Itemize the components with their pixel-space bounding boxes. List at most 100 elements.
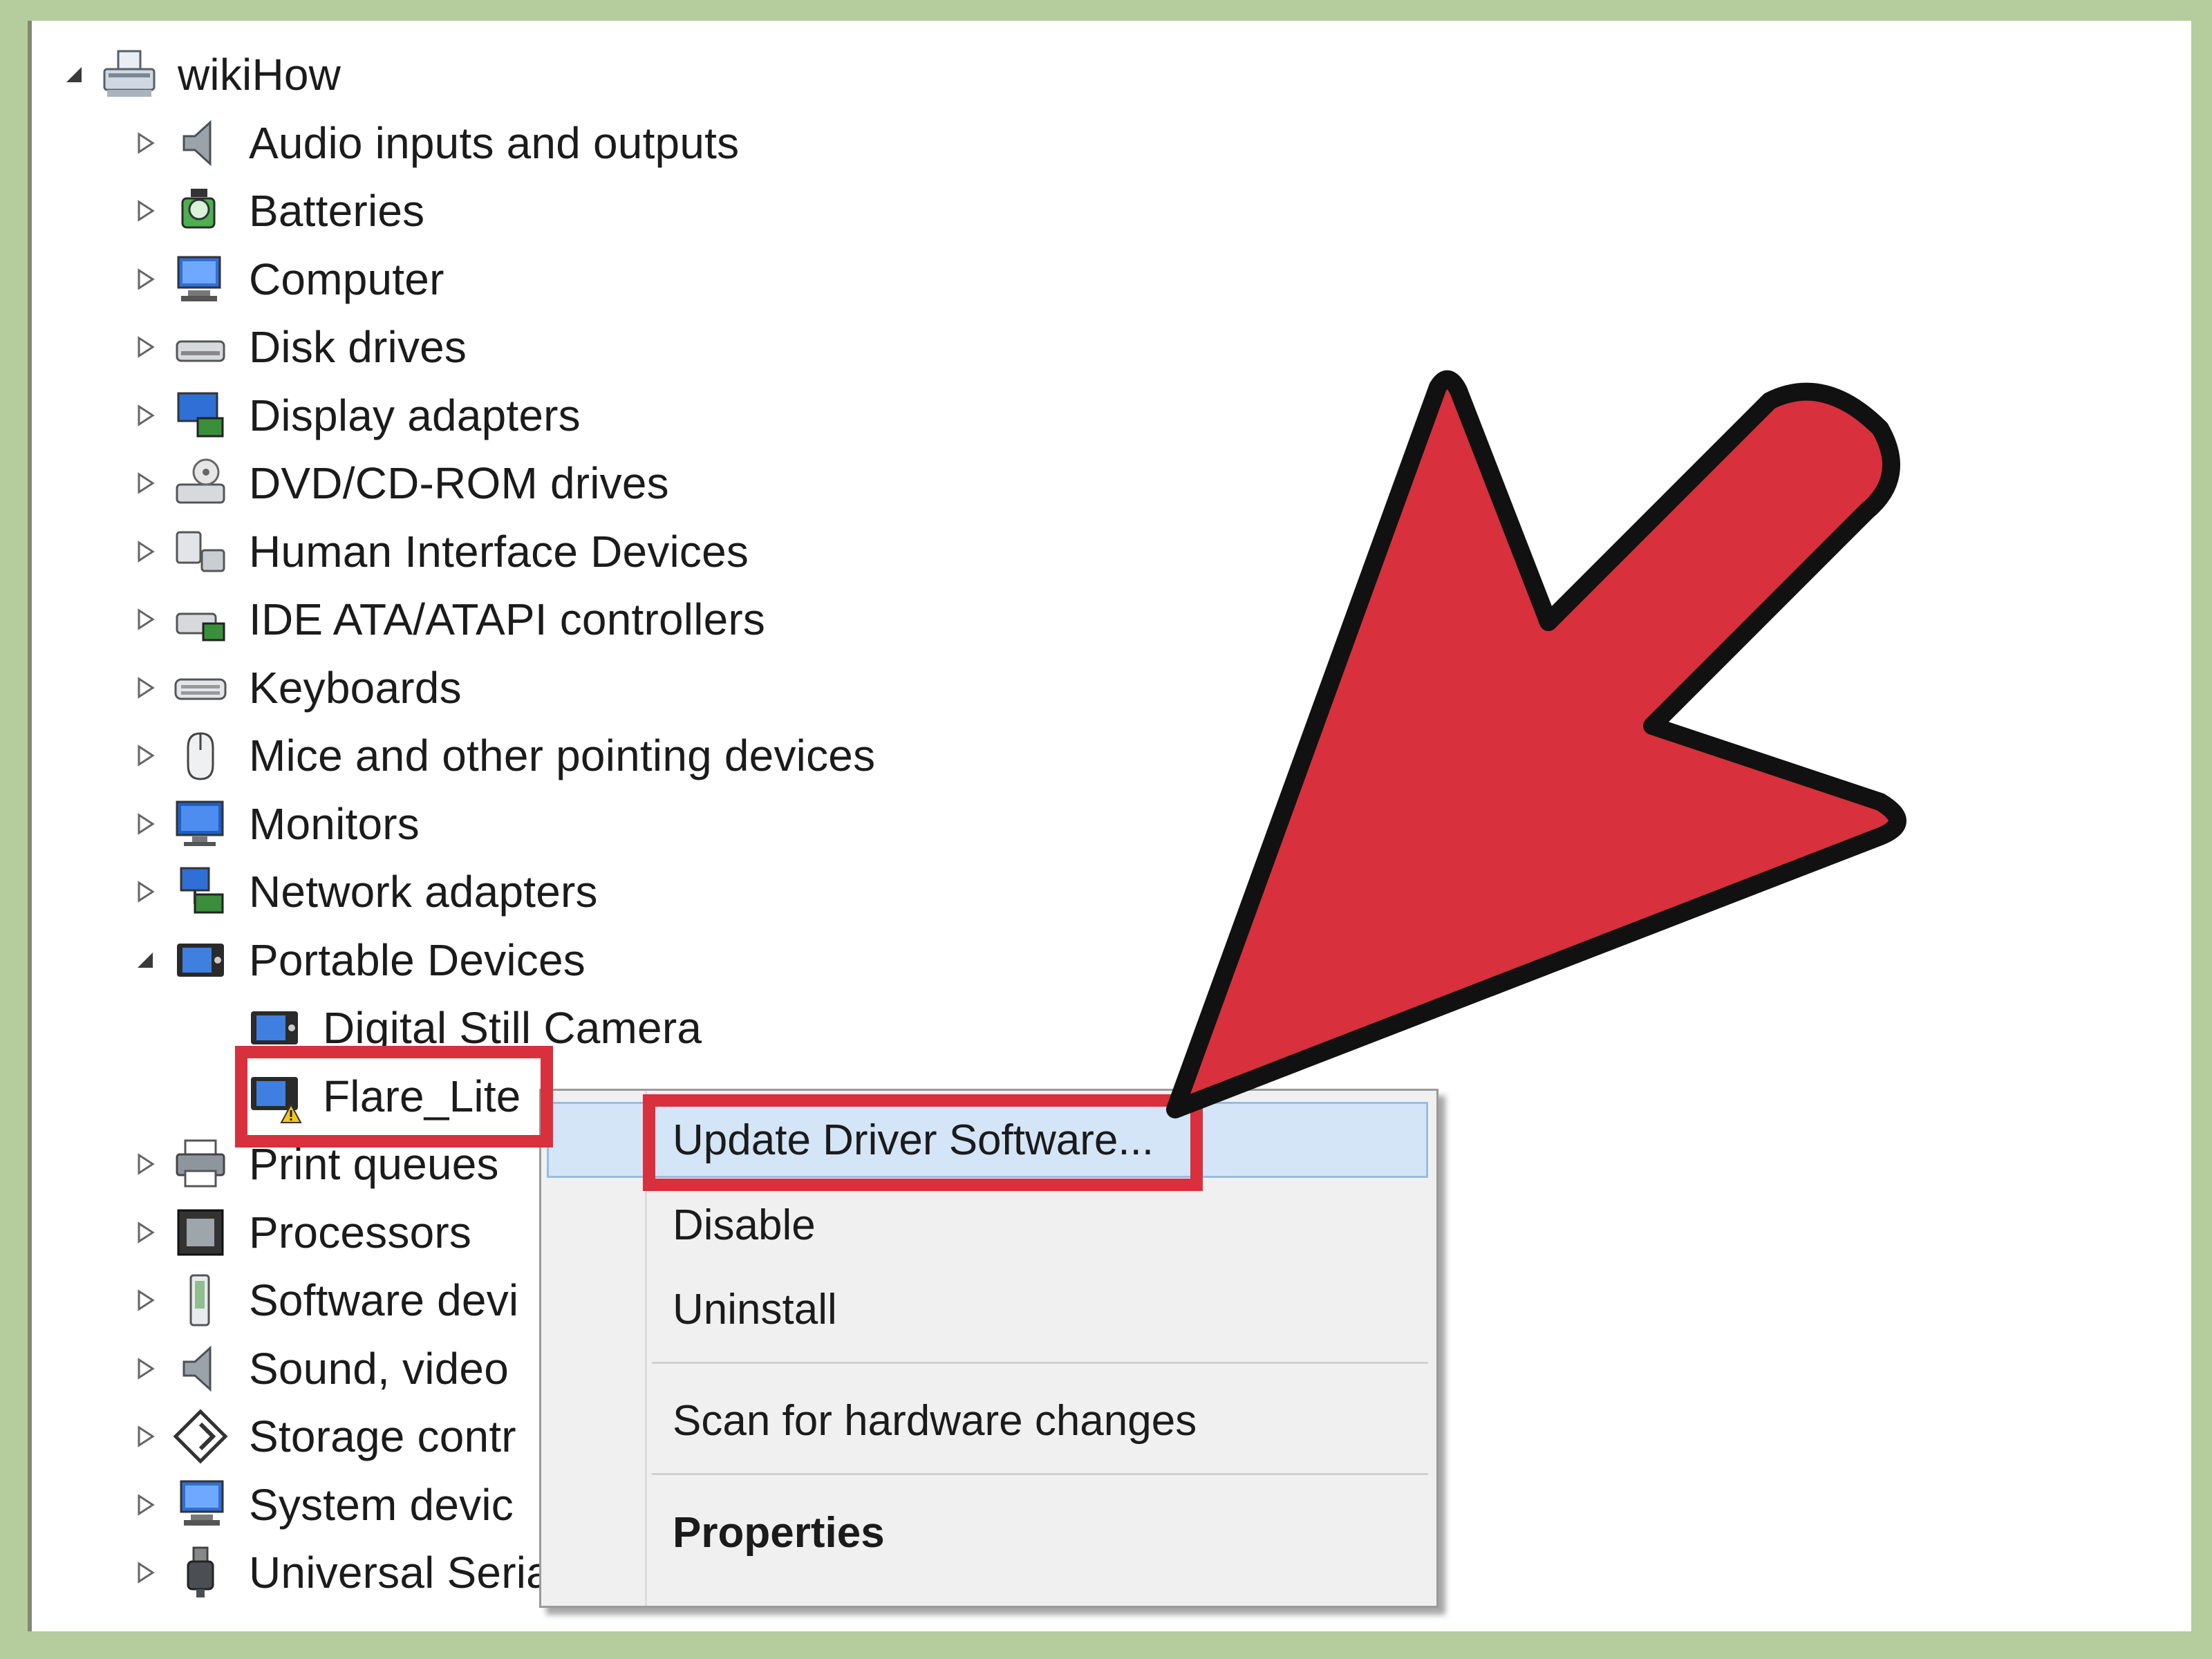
tree-item-label: Display adapters [249, 390, 581, 440]
portable-device-icon [167, 927, 234, 993]
keyboard-icon [167, 655, 234, 721]
expand-arrow-icon[interactable] [130, 1557, 160, 1588]
monitor-icon [167, 791, 234, 857]
display-adapter-icon [167, 382, 234, 449]
tree-item-flare-lite[interactable]: Flare_Lite [204, 1062, 521, 1131]
menu-separator [652, 1362, 1428, 1364]
menu-item-update-driver[interactable]: Update Driver Software... [541, 1099, 1436, 1181]
tree-item-display-adapter[interactable]: Display adapters [130, 381, 581, 450]
collapse-arrow-icon[interactable] [130, 945, 160, 975]
speaker-icon [167, 110, 234, 176]
hid-icon [167, 518, 234, 585]
expand-arrow-icon[interactable] [130, 332, 160, 362]
printer-icon [167, 1131, 234, 1197]
context-menu: Update Driver Software... Disable Uninst… [539, 1089, 1438, 1608]
tree-item-speaker[interactable]: Audio inputs and outputs [130, 109, 739, 178]
software-device-icon [167, 1267, 234, 1333]
tree-item-system-device[interactable]: System devic [130, 1470, 514, 1539]
tree-root-wikihow[interactable]: wikiHow [59, 40, 341, 109]
tree-item-label: Processors [249, 1207, 472, 1257]
tree-item-disk-drive[interactable]: Disk drives [130, 312, 467, 382]
menu-item-scan-hardware[interactable]: Scan for hardware changes [541, 1380, 1436, 1461]
expand-arrow-icon[interactable] [130, 740, 160, 771]
tree-item-digital-still-camera[interactable]: Digital Still Camera [204, 993, 702, 1062]
computer-root-icon [96, 41, 162, 108]
menu-item-label: Update Driver Software... [673, 1116, 1154, 1164]
tree-item-label: Storage contr [249, 1412, 516, 1461]
expand-arrow-icon[interactable] [130, 400, 160, 431]
tree-item-printer[interactable]: Print queues [130, 1130, 499, 1199]
menu-item-label: Scan for hardware changes [673, 1396, 1197, 1445]
storage-controller-icon [167, 1403, 234, 1470]
expand-arrow-icon[interactable] [130, 877, 160, 907]
tree-item-storage-controller[interactable]: Storage contr [130, 1402, 516, 1471]
tree-item-label: Audio inputs and outputs [249, 118, 740, 168]
tree-item-label: Digital Still Camera [323, 1003, 702, 1053]
tree-item-label: Computer [249, 254, 444, 304]
menu-item-label: Uninstall [673, 1285, 837, 1333]
tree-item-software-device[interactable]: Software devi [130, 1266, 518, 1335]
tree-item-network-adapter[interactable]: Network adapters [130, 857, 598, 926]
tree-item-monitor[interactable]: Monitors [130, 789, 420, 859]
tree-item-label: Mice and other pointing devices [249, 731, 876, 780]
menu-item-label: Properties [673, 1508, 885, 1557]
expand-arrow-icon[interactable] [130, 1149, 160, 1179]
menu-separator [652, 1473, 1428, 1475]
tree-item-label: Keyboards [249, 662, 462, 713]
tree-item-computer[interactable]: Computer [130, 245, 444, 314]
tree-item-hid[interactable]: Human Interface Devices [130, 517, 749, 586]
tree-item-label: Monitors [249, 798, 420, 849]
battery-icon [167, 178, 234, 244]
expand-arrow-icon[interactable] [130, 1285, 160, 1315]
tree-item-label: System devic [249, 1479, 514, 1530]
expand-arrow-icon[interactable] [130, 468, 160, 498]
ide-controller-icon [167, 586, 234, 653]
menu-item-label: Disable [673, 1201, 816, 1249]
tree-item-keyboard[interactable]: Keyboards [130, 653, 462, 722]
expand-arrow-icon[interactable] [130, 604, 160, 635]
expand-arrow-icon[interactable] [130, 1421, 160, 1452]
tree-item-label: wikiHow [178, 50, 341, 100]
expand-arrow-icon[interactable] [130, 1217, 160, 1248]
tree-item-label: Human Interface Devices [249, 526, 749, 577]
tree-item-label: Software devi [249, 1275, 519, 1325]
tree-item-portable-device[interactable]: Portable Devices [130, 926, 585, 995]
expand-arrow-icon[interactable] [130, 1490, 160, 1520]
disk-drive-icon [167, 314, 234, 380]
expand-arrow-icon[interactable] [130, 673, 160, 703]
tree-item-label: Print queues [249, 1139, 499, 1189]
expand-arrow-icon[interactable] [130, 1353, 160, 1384]
system-device-icon [167, 1472, 234, 1538]
tree-item-label: Flare_Lite [323, 1071, 521, 1121]
tree-item-battery[interactable]: Batteries [130, 176, 424, 245]
tree-item-processor[interactable]: Processors [130, 1198, 471, 1267]
processor-icon [167, 1199, 234, 1266]
mouse-icon [167, 722, 234, 789]
expand-arrow-icon[interactable] [130, 128, 160, 158]
expand-arrow-icon[interactable] [130, 536, 160, 567]
dvd-drive-icon [167, 450, 234, 516]
expand-arrow-icon[interactable] [130, 264, 160, 294]
network-adapter-icon [167, 859, 234, 925]
portable-device-warning-icon [241, 1063, 308, 1130]
tree-item-label: Network adapters [249, 867, 598, 917]
tree-item-dvd-drive[interactable]: DVD/CD-ROM drives [130, 449, 669, 518]
menu-item-disable[interactable]: Disable [541, 1184, 1436, 1266]
tree-item-sound[interactable]: Sound, video [130, 1334, 509, 1403]
collapse-arrow-icon[interactable] [59, 59, 89, 90]
device-manager-panel: wikiHow Audio inputs and outputs Batteries… [28, 21, 2191, 1631]
expand-arrow-icon[interactable] [130, 809, 160, 839]
menu-item-uninstall[interactable]: Uninstall [541, 1268, 1436, 1350]
tree-item-label: Sound, video [249, 1343, 509, 1394]
menu-item-properties[interactable]: Properties [541, 1492, 1436, 1573]
tree-item-label: Disk drives [249, 322, 467, 372]
expand-arrow-icon[interactable] [130, 196, 160, 226]
tree-item-mouse[interactable]: Mice and other pointing devices [130, 721, 875, 790]
computer-icon [167, 246, 234, 312]
portable-device-icon [241, 995, 308, 1061]
tree-item-ide-controller[interactable]: IDE ATA/ATAPI controllers [130, 585, 765, 654]
usb-icon [167, 1539, 234, 1606]
tree-item-label: DVD/CD-ROM drives [249, 458, 669, 508]
